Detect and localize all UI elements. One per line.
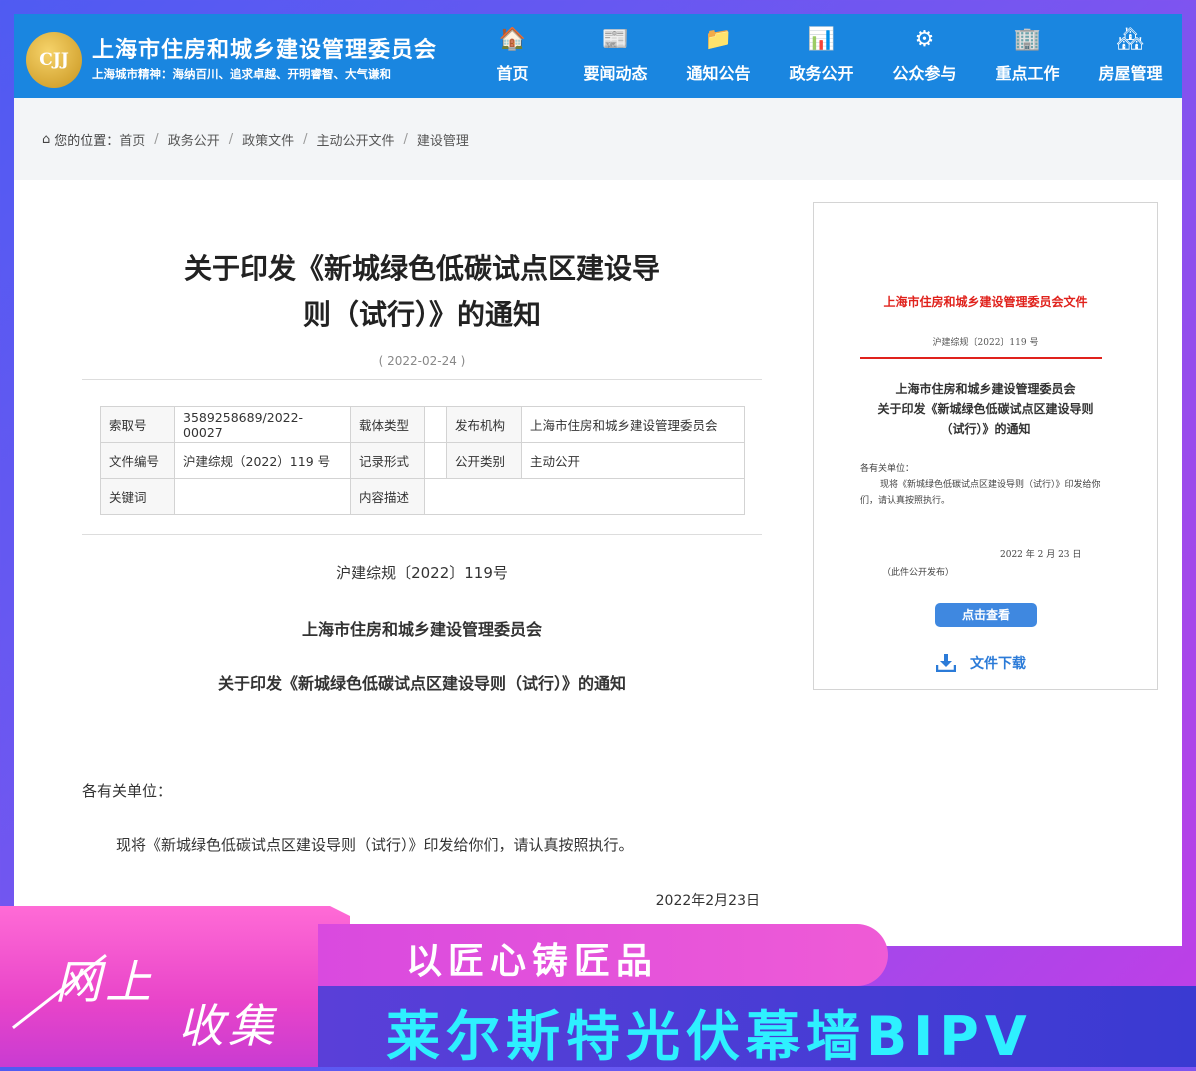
nav-item-notices[interactable]: 📁 通知公告 (667, 14, 770, 98)
meta-value: 沪建综规（2022）119 号 (174, 442, 351, 479)
breadcrumb-item[interactable]: 政策文件 (242, 130, 294, 149)
site-header: CJJ 上海市住房和城乡建设管理委员会 上海城市精神：海纳百川、追求卓越、开明睿… (14, 14, 1182, 98)
breadcrumb-item[interactable]: 首页 (119, 130, 145, 149)
building-icon: 🏢 (1013, 27, 1042, 52)
table-row: 文件编号 沪建综规（2022）119 号 记录形式 公开类别 主动公开 (100, 442, 745, 479)
meta-value (424, 406, 447, 443)
nav-item-gov-affairs[interactable]: 📊 政务公开 (770, 14, 873, 98)
promo-slogan-banner: 以匠心铸匠品 (318, 924, 888, 986)
preview-doc-header: 上海市住房和城乡建设管理委员会文件 (883, 295, 1088, 309)
meta-key: 关键词 (100, 478, 175, 515)
meta-value (424, 442, 447, 479)
promo-collect-text: 收集 (178, 999, 278, 1053)
main-nav: 🏠 首页 📰 要闻动态 📁 通知公告 📊 政务公开 ⚙ 公众参与 🏢 重点工作 … (461, 14, 1182, 98)
promo-tab (0, 906, 350, 1067)
home-icon: ⌂ (42, 132, 51, 147)
breadcrumb-item[interactable]: 政务公开 (168, 130, 220, 149)
nav-item-news[interactable]: 📰 要闻动态 (564, 14, 667, 98)
breadcrumb: ⌂ 您的位置： 首页 / 政务公开 / 政策文件 / 主动公开文件 / 建设管理 (42, 130, 469, 149)
preview-body: 现将《新城绿色低碳试点区建设导则（试行）》印发给你们，请认真按照执行。 (860, 480, 1101, 506)
preview-title-line: 上海市住房和城乡建设管理委员会 (895, 382, 1076, 396)
nav-label: 政务公开 (789, 64, 854, 83)
meta-key: 发布机构 (446, 406, 522, 443)
meta-key: 内容描述 (350, 478, 425, 515)
preview-doc-number: 沪建综规〔2022〕119 号 (932, 338, 1039, 348)
meta-key: 公开类别 (446, 442, 522, 479)
breadcrumb-item[interactable]: 建设管理 (417, 130, 469, 149)
download-link[interactable]: 文件下载 (936, 653, 1026, 673)
document-body: 现将《新城绿色低碳试点区建设导则（试行）》印发给你们，请认真按照执行。 (116, 836, 634, 854)
article-title: 关于印发《新城绿色低碳试点区建设导 则（试行）》的通知 (82, 246, 762, 338)
site-logo[interactable]: CJJ (26, 32, 82, 88)
meta-key: 记录形式 (350, 442, 425, 479)
nav-label: 重点工作 (995, 64, 1060, 83)
promo-banner: 网上 收集 以匠心铸匠品 莱尔斯特光伏幕墙BIPV (0, 906, 1196, 1068)
divider (82, 534, 762, 535)
chart-icon: 📊 (807, 27, 836, 52)
house-icon: 🏘 (1116, 27, 1145, 52)
folder-icon: 📁 (704, 27, 733, 52)
nav-label: 公众参与 (892, 64, 957, 83)
nav-label: 首页 (496, 64, 529, 83)
document-subject: 关于印发《新城绿色低碳试点区建设导则（试行）》的通知 (217, 674, 626, 693)
meta-value (424, 478, 745, 515)
divider (82, 379, 762, 380)
breadcrumb-prefix: 您的位置： (54, 134, 120, 149)
metadata-table: 索取号 3589258689/2022-00027 载体类型 发布机构 上海市住… (100, 406, 745, 515)
table-row: 索取号 3589258689/2022-00027 载体类型 发布机构 上海市住… (100, 406, 745, 443)
nav-label: 房屋管理 (1098, 64, 1163, 83)
preview-title-line: 关于印发《新城绿色低碳试点区建设导则 (877, 402, 1094, 416)
nav-label: 通知公告 (686, 64, 751, 83)
download-icon (936, 654, 956, 672)
document-preview-card: 上海市住房和城乡建设管理委员会文件 沪建综规〔2022〕119 号 上海市住房和… (813, 202, 1158, 690)
breadcrumb-item[interactable]: 主动公开文件 (317, 130, 395, 149)
breadcrumb-separator: / (403, 132, 408, 147)
article-title-line: 则（试行）》的通知 (302, 298, 541, 331)
breadcrumb-separator: / (154, 132, 159, 147)
preview-salutation: 各有关单位： (860, 464, 915, 474)
document-issuer: 上海市住房和城乡建设管理委员会 (301, 620, 542, 639)
preview-red-rule (860, 357, 1102, 359)
meta-value: 上海市住房和城乡建设管理委员会 (521, 406, 745, 443)
preview-note: （此件公开发布） (882, 568, 955, 578)
promo-slogan: 以匠心铸匠品 (406, 941, 659, 982)
meta-key: 索取号 (100, 406, 175, 443)
news-icon: 📰 (601, 27, 630, 52)
meta-value (174, 478, 351, 515)
promo-brand: 莱尔斯特光伏幕墙BIPV (386, 1005, 1033, 1068)
download-label: 文件下载 (970, 656, 1026, 672)
document-number: 沪建综规〔2022〕119号 (336, 564, 508, 582)
preview-title-line: （试行）》的通知 (940, 422, 1031, 436)
nav-item-home[interactable]: 🏠 首页 (461, 14, 564, 98)
breadcrumb-separator: / (228, 132, 234, 147)
promo-brand-banner: 莱尔斯特光伏幕墙BIPV (318, 986, 1196, 1068)
nav-label: 要闻动态 (583, 64, 648, 83)
preview-title: 上海市住房和城乡建设管理委员会 关于印发《新城绿色低碳试点区建设导则 （试行）》… (814, 379, 1157, 439)
meta-key: 文件编号 (100, 442, 175, 479)
nav-item-key-work[interactable]: 🏢 重点工作 (976, 14, 1079, 98)
view-button[interactable]: 点击查看 (935, 603, 1037, 627)
home-icon: 🏠 (498, 27, 527, 52)
preview-date: 2022 年 2 月 23 日 (1000, 550, 1082, 560)
breadcrumb-separator: / (303, 132, 308, 147)
page-frame: CJJ 上海市住房和城乡建设管理委员会 上海城市精神：海纳百川、追求卓越、开明睿… (14, 14, 1182, 946)
table-row: 关键词 内容描述 (100, 478, 745, 515)
site-title[interactable]: 上海市住房和城乡建设管理委员会 (92, 32, 437, 64)
article-title-line: 关于印发《新城绿色低碳试点区建设导 (183, 252, 660, 285)
salutation: 各有关单位： (82, 782, 173, 800)
article-date: ( 2022-02-24 ) (378, 354, 466, 368)
nav-item-public-participation[interactable]: ⚙ 公众参与 (873, 14, 976, 98)
gear-icon: ⚙ (914, 27, 935, 52)
site-subtitle: 上海城市精神：海纳百川、追求卓越、开明睿智、大气谦和 (92, 67, 391, 81)
meta-key: 载体类型 (350, 406, 425, 443)
meta-value: 主动公开 (521, 442, 745, 479)
meta-value: 3589258689/2022-00027 (174, 406, 351, 443)
nav-item-housing[interactable]: 🏘 房屋管理 (1079, 14, 1182, 98)
breadcrumb-bar: ⌂ 您的位置： 首页 / 政务公开 / 政策文件 / 主动公开文件 / 建设管理 (14, 98, 1182, 180)
